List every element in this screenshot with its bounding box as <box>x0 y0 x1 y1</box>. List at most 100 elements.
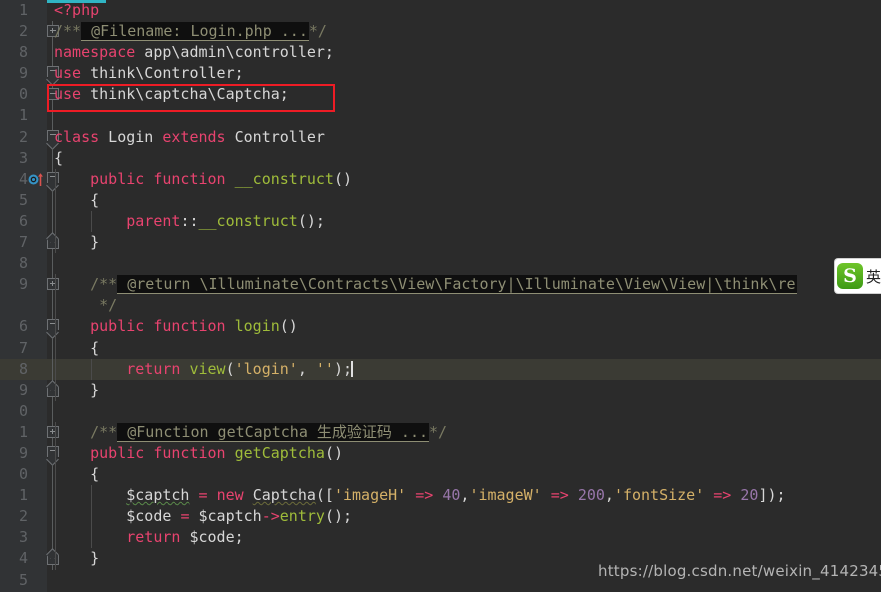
line-number: 2 <box>18 507 28 526</box>
code-text[interactable]: /** @return \Illuminate\Contracts\View\F… <box>54 274 797 295</box>
code-line[interactable]: 8 return view('login', ''); <box>0 358 881 380</box>
code-token: app\admin\controller; <box>135 43 334 62</box>
code-text[interactable]: class Login extends Controller <box>54 127 325 148</box>
code-line[interactable]: 9 public function getCaptcha() <box>0 442 881 465</box>
line-number: 5 <box>18 570 28 589</box>
code-token: $code; <box>189 528 244 547</box>
code-line[interactable]: 1 /** @Function getCaptcha 生成验证码 ...*/ <box>0 421 881 443</box>
code-text[interactable]: namespace app\admin\controller; <box>54 42 334 63</box>
code-text[interactable]: public function getCaptcha() <box>54 443 343 464</box>
code-line[interactable]: 6 parent::__construct(); <box>0 210 881 233</box>
code-token: () <box>279 317 298 336</box>
overriding-method-icon[interactable] <box>28 172 44 187</box>
code-token: (); <box>297 211 325 230</box>
code-editor[interactable]: 1 <?php 2/** @Filename: Login.php ...*/8 na… <box>0 0 881 592</box>
code-line[interactable]: 3 return $code; <box>0 527 881 549</box>
code-token: } <box>54 549 100 568</box>
line-number: 3 <box>18 148 28 167</box>
code-token: function <box>153 169 226 188</box>
line-number: 1 <box>18 422 28 441</box>
code-token: { <box>54 190 100 209</box>
code-text[interactable]: public function __construct() <box>54 169 352 190</box>
code-text[interactable]: /** @Function getCaptcha 生成验证码 ...*/ <box>54 422 447 443</box>
code-line[interactable]: 9 } <box>0 379 881 401</box>
code-token: view <box>189 359 226 378</box>
code-line[interactable]: 0 { <box>0 464 881 486</box>
code-line[interactable]: 1 $captch = new Captcha(['imageH' => 40,… <box>0 485 881 507</box>
code-token: { <box>54 338 100 357</box>
code-text[interactable]: } <box>54 232 99 253</box>
code-token: ([ <box>315 486 334 505</box>
folded-docblock-chip[interactable]: @Filename: Login.php ... <box>81 22 309 42</box>
code-text[interactable]: */ <box>54 295 117 316</box>
code-line[interactable]: 2 class Login extends Controller <box>0 126 881 148</box>
fold-column[interactable] <box>46 570 60 591</box>
code-text[interactable]: use think\captcha\Captcha; <box>54 84 289 105</box>
code-token: 'login' <box>234 359 298 378</box>
code-token: login <box>234 317 280 336</box>
code-line[interactable]: 1 <box>0 105 881 127</box>
folded-docblock-chip[interactable]: @Function getCaptcha 生成验证码 ... <box>117 422 430 442</box>
code-text[interactable]: $code = $captch->entry(); <box>54 506 352 527</box>
code-token: /** <box>90 422 118 441</box>
code-text[interactable]: <?php <box>54 0 99 21</box>
code-line[interactable]: 4 public function __construct() <box>0 168 881 190</box>
code-text[interactable]: $captch = new Captcha(['imageH' => 40, 'i… <box>54 485 786 506</box>
code-token: :: <box>180 211 199 230</box>
code-text[interactable]: return view('login', ''); <box>54 359 354 380</box>
code-text[interactable]: public function login() <box>54 316 298 337</box>
code-token: public <box>90 443 145 462</box>
fold-column[interactable] <box>46 253 60 275</box>
code-line[interactable]: 8 namespace app\admin\controller; <box>0 42 881 64</box>
code-token: parent <box>126 211 181 230</box>
code-token: $captch <box>198 507 262 526</box>
code-text[interactable]: use think\Controller; <box>54 63 244 84</box>
watermark-url: https://blog.csdn.net/weixin_41423450 <box>598 562 881 580</box>
code-line[interactable]: 9 /** @return \Illuminate\Contracts\View… <box>0 274 881 296</box>
code-token: public <box>90 317 145 336</box>
code-line[interactable]: 5 { <box>0 189 881 211</box>
code-token: { <box>54 148 64 167</box>
code-line[interactable]: 7 { <box>0 337 881 359</box>
code-text[interactable]: /** @Filename: Login.php ...*/ <box>54 21 327 42</box>
code-text[interactable]: { <box>54 148 63 169</box>
code-text[interactable]: { <box>54 338 99 359</box>
folded-docblock-chip[interactable]: @return \Illuminate\Contracts\View\Facto… <box>117 275 797 295</box>
fold-column[interactable] <box>46 400 60 422</box>
code-token: { <box>54 465 100 484</box>
ime-mode-label[interactable]: 英 <box>866 266 881 287</box>
code-text[interactable]: parent::__construct(); <box>54 211 325 232</box>
code-line[interactable]: 8 <box>0 253 881 275</box>
sogou-ime-bar[interactable]: S 英 <box>834 258 881 294</box>
code-text[interactable]: { <box>54 190 99 211</box>
code-line[interactable]: 1 <?php <box>0 0 881 21</box>
code-token: , <box>297 359 316 378</box>
code-lines-container[interactable]: 1 <?php 2/** @Filename: Login.php ...*/8 na… <box>0 0 881 592</box>
code-line[interactable]: */ <box>0 295 881 317</box>
code-text[interactable]: return $code; <box>54 527 244 548</box>
code-line[interactable]: 9 use think\Controller; <box>0 63 881 85</box>
fold-guide-line <box>52 400 53 422</box>
code-line[interactable]: 2 $code = $captch->entry(); <box>0 506 881 528</box>
code-token: getCaptcha <box>234 443 325 462</box>
code-token: */ <box>429 422 448 441</box>
line-number: 2 <box>18 127 28 146</box>
fold-guide-line <box>52 105 53 127</box>
code-line[interactable]: 0 use think\captcha\Captcha; <box>0 84 881 106</box>
code-token: function <box>153 317 226 336</box>
code-line[interactable]: 6 public function login() <box>0 316 881 338</box>
code-line[interactable]: 0 <box>0 400 881 422</box>
code-line[interactable]: 7 } <box>0 232 881 254</box>
code-text[interactable]: { <box>54 464 99 485</box>
code-line[interactable]: 2 /** @Filename: Login.php ...*/ <box>0 21 881 43</box>
code-token: ]); <box>758 486 786 505</box>
code-line[interactable]: 3{ <box>0 147 881 169</box>
code-text[interactable]: } <box>54 380 99 401</box>
fold-column[interactable] <box>46 105 60 127</box>
code-text[interactable]: } <box>54 548 99 569</box>
code-token: ); <box>333 359 353 378</box>
